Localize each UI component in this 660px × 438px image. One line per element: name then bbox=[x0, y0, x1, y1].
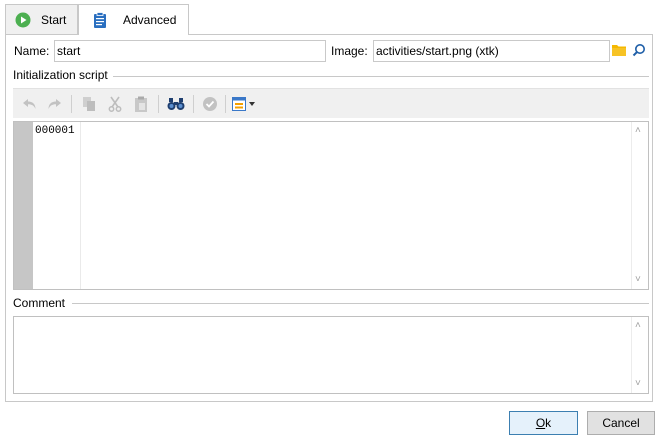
editor-scrollbar[interactable]: ˄ ˅ bbox=[631, 122, 648, 289]
comment-title: Comment bbox=[13, 296, 70, 310]
scroll-up-icon[interactable]: ˄ bbox=[635, 321, 641, 331]
scroll-down-icon[interactable]: ˅ bbox=[635, 275, 641, 285]
tab-advanced-label: Advanced bbox=[123, 13, 177, 27]
redo-icon[interactable] bbox=[46, 96, 62, 112]
name-field[interactable]: start bbox=[54, 40, 326, 62]
script-editor[interactable]: 000001 ˄ ˅ bbox=[13, 121, 649, 290]
scroll-down-icon[interactable]: ˅ bbox=[635, 379, 641, 389]
play-icon bbox=[15, 12, 31, 28]
toolbar-separator bbox=[71, 95, 72, 113]
toolbar-separator bbox=[158, 95, 159, 113]
tab-start[interactable]: Start bbox=[5, 4, 78, 34]
init-script-title: Initialization script bbox=[13, 68, 112, 82]
comment-field[interactable]: ˄ ˅ bbox=[13, 316, 649, 394]
ok-button[interactable]: Ok bbox=[509, 411, 578, 435]
toolbar-separator bbox=[225, 95, 226, 113]
paste-icon[interactable] bbox=[133, 96, 149, 112]
image-label: Image: bbox=[331, 44, 368, 58]
comment-scrollbar[interactable]: ˄ ˅ bbox=[631, 317, 648, 393]
ok-rest: k bbox=[545, 416, 552, 430]
copy-icon[interactable] bbox=[81, 96, 97, 112]
tab-advanced[interactable]: Advanced bbox=[78, 4, 189, 35]
tab-start-label: Start bbox=[41, 12, 67, 27]
search-icon[interactable] bbox=[632, 43, 646, 57]
check-icon[interactable] bbox=[202, 96, 218, 112]
init-script-divider bbox=[113, 76, 649, 77]
editor-gutter bbox=[14, 122, 33, 289]
cut-icon[interactable] bbox=[107, 96, 123, 112]
comment-divider bbox=[72, 303, 649, 304]
cancel-button[interactable]: Cancel bbox=[587, 411, 655, 435]
insert-menu-icon[interactable] bbox=[232, 96, 258, 112]
clipboard-icon bbox=[93, 12, 107, 28]
undo-icon[interactable] bbox=[22, 96, 38, 112]
toolbar-separator bbox=[193, 95, 194, 113]
ok-accel: O bbox=[535, 416, 546, 430]
name-label: Name: bbox=[14, 44, 50, 58]
line-number: 000001 bbox=[35, 125, 75, 137]
scroll-up-icon[interactable]: ˄ bbox=[635, 126, 641, 136]
script-toolbar bbox=[13, 88, 649, 118]
code-separator bbox=[80, 122, 81, 289]
folder-icon[interactable] bbox=[612, 43, 626, 57]
image-field[interactable]: activities/start.png (xtk) bbox=[373, 40, 610, 62]
find-icon[interactable] bbox=[167, 96, 185, 112]
